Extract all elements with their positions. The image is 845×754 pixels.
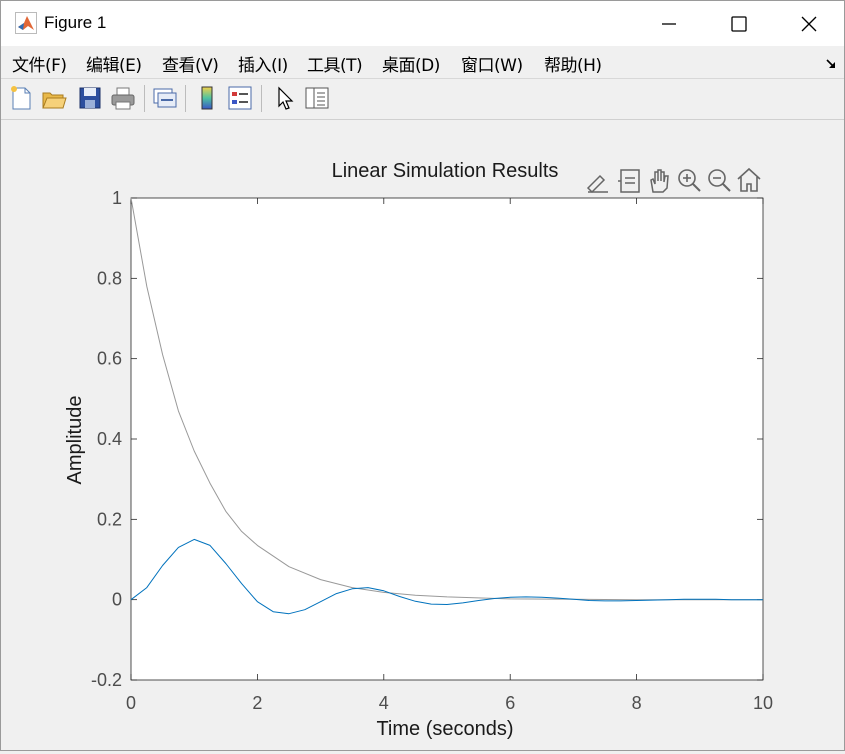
menu-bar: 文件(F) 编辑(E) 查看(V) 插入(I) 工具(T) 桌面(D) 窗口(W… bbox=[1, 46, 844, 78]
print-icon[interactable] bbox=[109, 84, 137, 112]
matlab-logo-icon bbox=[15, 12, 37, 34]
minimize-icon bbox=[662, 22, 676, 25]
close-button[interactable] bbox=[774, 1, 844, 46]
zoom-in-icon[interactable] bbox=[678, 169, 701, 192]
y-tick-label: 0.2 bbox=[97, 509, 122, 529]
menu-tools[interactable]: 工具(T) bbox=[307, 51, 363, 76]
dock-arrow-icon[interactable] bbox=[825, 58, 837, 70]
window-title: Figure 1 bbox=[44, 13, 107, 32]
figure-window: Figure 1 文件(F) 编辑(E) 查看(V) 插入(I) 工具(T) 桌… bbox=[0, 0, 845, 751]
brush-icon[interactable] bbox=[586, 174, 608, 194]
zoom-out-icon[interactable] bbox=[708, 169, 731, 192]
maximize-icon bbox=[731, 15, 747, 32]
axes-box[interactable] bbox=[130, 197, 764, 681]
x-tick-label: 0 bbox=[126, 693, 136, 713]
y-tick-label: 0 bbox=[112, 590, 122, 610]
x-axis-label: Time (seconds) bbox=[376, 718, 513, 740]
x-tick-label: 2 bbox=[252, 693, 262, 713]
maximize-button[interactable] bbox=[704, 1, 774, 46]
y-axis-label: Amplitude bbox=[64, 396, 86, 485]
open-file-icon[interactable] bbox=[40, 84, 68, 112]
x-tick-label: 10 bbox=[753, 693, 773, 713]
save-icon[interactable] bbox=[76, 84, 104, 112]
toolbar-separator bbox=[185, 85, 186, 112]
data-tips-icon[interactable] bbox=[618, 169, 640, 193]
x-tick-label: 8 bbox=[632, 693, 642, 713]
pan-hand-icon[interactable] bbox=[650, 169, 669, 193]
menu-view[interactable]: 查看(V) bbox=[162, 51, 219, 76]
figure-canvas: Linear Simulation Results 0 2 4 6 8 10 -… bbox=[1, 120, 844, 750]
menu-edit[interactable]: 编辑(E) bbox=[86, 51, 142, 76]
y-tick-label: 1 bbox=[112, 188, 122, 208]
y-tick-label: 0.6 bbox=[97, 349, 122, 369]
figure-toolbar bbox=[1, 79, 844, 120]
legend-icon[interactable] bbox=[226, 84, 254, 112]
link-plot-icon[interactable] bbox=[151, 84, 179, 112]
y-tick-label: -0.2 bbox=[91, 670, 122, 690]
minimize-button[interactable] bbox=[634, 1, 704, 46]
colorbar-icon[interactable] bbox=[193, 84, 221, 112]
menu-file[interactable]: 文件(F) bbox=[12, 51, 67, 76]
edit-plot-arrow-icon[interactable] bbox=[271, 84, 299, 112]
menu-help[interactable]: 帮助(H) bbox=[544, 51, 602, 76]
chart-title: Linear Simulation Results bbox=[332, 160, 559, 182]
title-bar[interactable]: Figure 1 bbox=[1, 1, 844, 46]
new-figure-icon[interactable] bbox=[7, 84, 35, 112]
close-icon bbox=[801, 16, 817, 31]
home-icon[interactable] bbox=[737, 167, 761, 192]
menu-window[interactable]: 窗口(W) bbox=[461, 51, 523, 76]
menu-desktop[interactable]: 桌面(D) bbox=[382, 51, 440, 76]
x-tick-label: 6 bbox=[505, 693, 515, 713]
y-tick-label: 0.8 bbox=[97, 268, 122, 288]
toolbar-separator bbox=[144, 85, 145, 112]
menu-insert[interactable]: 插入(I) bbox=[238, 51, 288, 76]
axes-toolbar bbox=[586, 167, 761, 194]
y-tick-label: 0.4 bbox=[97, 429, 122, 449]
toolbar-separator bbox=[261, 85, 262, 112]
property-inspector-icon[interactable] bbox=[303, 84, 331, 112]
plot-svg: Linear Simulation Results 0 2 4 6 8 10-0… bbox=[64, 160, 773, 740]
x-tick-label: 4 bbox=[379, 693, 389, 713]
